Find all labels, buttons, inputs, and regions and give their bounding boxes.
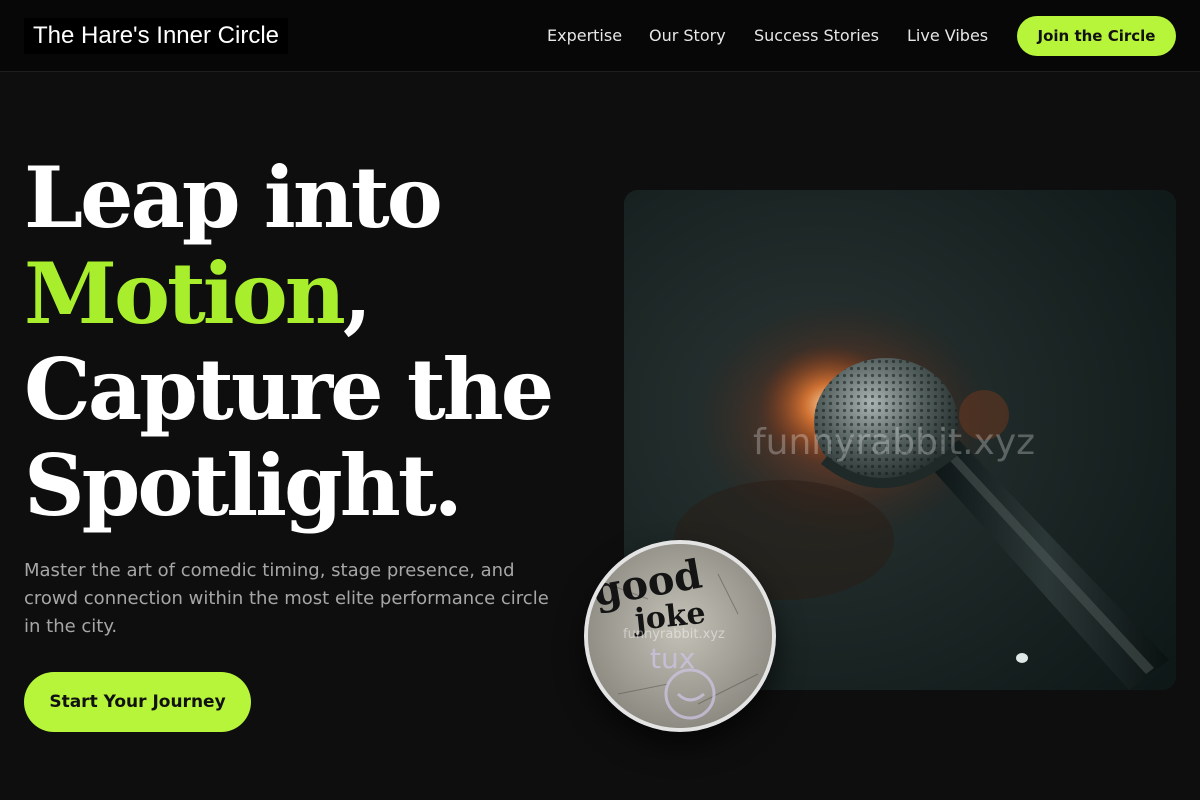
headline-accent-word: Motion [24,244,346,343]
nav-link-live-vibes[interactable]: Live Vibes [907,25,988,47]
good-joke-graffiti-illustration: good joke tux [588,544,772,728]
brand-logo[interactable]: The Hare's Inner Circle [24,18,288,54]
hero-headline: Leap into Motion, Capture the Spotlight. [24,150,604,534]
hero-subtext: Master the art of comedic timing, stage … [24,560,549,637]
headline-line-3: Capture the [24,340,554,439]
start-journey-button[interactable]: Start Your Journey [24,672,251,732]
headline-comma: , [342,244,372,343]
headline-line-1: Leap into [24,148,443,247]
headline-line-2: Motion, [24,246,604,342]
headline-line-4: Spotlight. [24,436,463,535]
good-joke-photo: good joke tux [584,540,776,732]
join-circle-button[interactable]: Join the Circle [1017,16,1176,56]
nav-link-success-stories[interactable]: Success Stories [754,25,879,47]
nav-link-expertise[interactable]: Expertise [547,25,622,47]
nav-link-our-story[interactable]: Our Story [649,25,726,47]
top-nav: The Hare's Inner Circle Expertise Our St… [0,0,1200,72]
